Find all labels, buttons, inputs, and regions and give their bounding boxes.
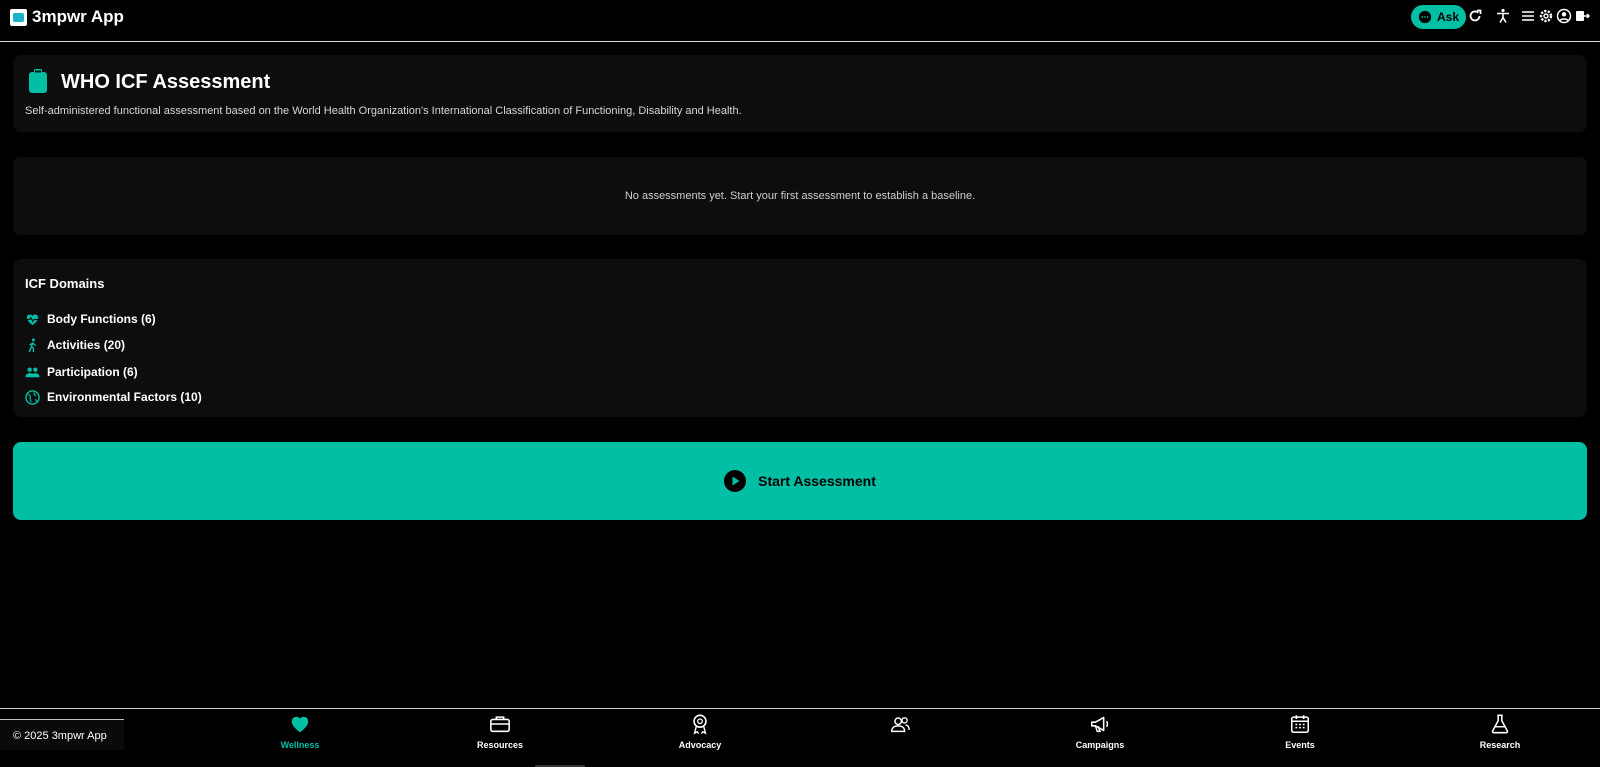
nav-item-wellness[interactable]: Wellness — [240, 713, 360, 761]
domain-item-participation: Participation (6) — [25, 363, 138, 381]
gear-icon[interactable] — [1538, 8, 1554, 24]
community-icon — [891, 717, 910, 733]
nav-item-campaigns[interactable]: Campaigns — [1040, 713, 1160, 761]
accessibility-icon[interactable] — [1495, 8, 1511, 24]
domain-label: Participation (6) — [47, 365, 138, 379]
nav-item-advocacy[interactable]: Advocacy — [640, 713, 760, 761]
domain-label: Activities (20) — [47, 338, 126, 352]
ask-button[interactable]: Ask — [1411, 5, 1466, 29]
flask-icon — [1491, 714, 1509, 734]
calendar-icon — [1290, 715, 1310, 734]
user-account-icon[interactable] — [1556, 8, 1572, 24]
copyright-text: © 2025 3mpwr App — [0, 719, 124, 750]
assessment-history-card: No assessments yet. Start your first ass… — [13, 157, 1587, 235]
nav-label: Events — [1285, 740, 1315, 750]
icf-domains-card: ICF Domains Body Functions (6) Activitie… — [13, 259, 1587, 417]
nav-item-community[interactable] — [840, 713, 960, 761]
play-circle-icon — [724, 470, 747, 492]
award-icon — [693, 714, 707, 735]
globe-icon — [25, 389, 40, 405]
domain-item-activities: Activities (20) — [25, 336, 125, 354]
start-assessment-label: Start Assessment — [758, 473, 876, 489]
heart-pulse-icon — [26, 314, 39, 325]
nav-item-research[interactable]: Research — [1440, 713, 1560, 761]
domain-label: Environmental Factors (10) — [47, 390, 202, 404]
people-icon — [25, 367, 40, 377]
briefcase-icon — [490, 716, 510, 733]
nav-label: Advocacy — [678, 740, 722, 750]
nav-label: Wellness — [280, 740, 320, 750]
refresh-icon[interactable] — [1467, 8, 1483, 24]
chat-bubble-icon — [1418, 10, 1432, 24]
nav-label: Campaigns — [1075, 740, 1125, 750]
domain-label: Body Functions (6) — [47, 312, 156, 326]
ask-label: Ask — [1436, 10, 1459, 24]
page-title: WHO ICF Assessment — [61, 71, 271, 93]
heart-icon — [291, 716, 309, 733]
start-assessment-button[interactable]: Start Assessment — [13, 442, 1587, 520]
nav-label: Research — [1479, 740, 1521, 750]
bottom-navigation: © 2025 3mpwr App Wellness Resources Advo… — [0, 708, 1600, 767]
clipboard-icon — [29, 69, 47, 93]
nav-item-events[interactable]: Events — [1240, 713, 1360, 761]
page-description: Self-administered functional assessment … — [25, 105, 742, 117]
menu-icon[interactable] — [1520, 8, 1536, 24]
walking-person-icon — [28, 337, 37, 352]
megaphone-icon — [1090, 716, 1109, 733]
domain-item-environmental-factors: Environmental Factors (10) — [25, 388, 202, 406]
top-bar: 3mpwr App Ask — [0, 0, 1600, 42]
empty-state-message: No assessments yet. Start your first ass… — [624, 190, 976, 202]
assessment-header-card: WHO ICF Assessment Self-administered fun… — [13, 55, 1587, 132]
app-logo[interactable] — [10, 9, 27, 26]
domains-title: ICF Domains — [25, 276, 105, 291]
logout-icon[interactable] — [1574, 8, 1590, 24]
nav-label: Resources — [476, 740, 524, 750]
app-title[interactable]: 3mpwr App — [32, 7, 124, 27]
nav-item-resources[interactable]: Resources — [440, 713, 560, 761]
domain-item-body-functions: Body Functions (6) — [25, 310, 156, 328]
